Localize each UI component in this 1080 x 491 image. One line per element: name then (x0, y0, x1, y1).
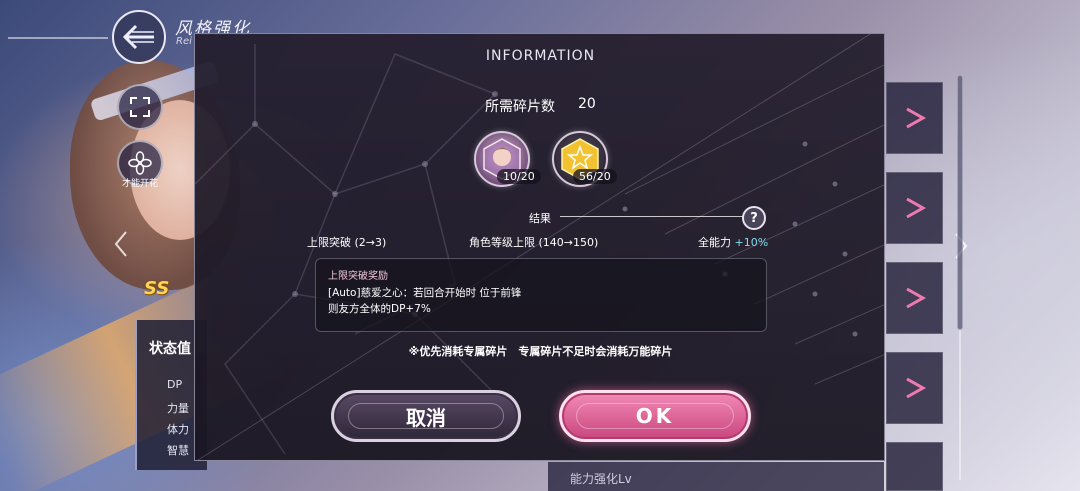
status-row-wisdom: 智慧 (167, 444, 189, 457)
stat-all-ability-value: +10% (734, 236, 769, 249)
information-dialog: INFORMATION 所需碎片数 20 10/20 56/20 结果 ? 上限… (194, 33, 885, 461)
ok-button-label: OK (635, 404, 675, 428)
result-divider (560, 216, 750, 217)
limit-break-bonus-box: 上限突破奖励 [Auto]慈爱之心：若回合开始时 位于前锋 则友方全体的DP+7… (315, 258, 767, 332)
universal-shard-count: 56/20 (573, 169, 617, 184)
stat-level-cap-label: 角色等级上限 (469, 236, 535, 249)
bonus-line: [Auto]慈爱之心：若回合开始时 位于前锋 (328, 287, 522, 299)
status-row-power: 力量 (167, 402, 189, 415)
stat-limit-break: 上限突破 (2→3) (307, 234, 386, 250)
help-button[interactable]: ? (742, 206, 766, 230)
side-arrow-button[interactable] (886, 262, 943, 334)
cancel-button[interactable]: 取消 (331, 390, 521, 442)
chevron-right-icon (905, 287, 926, 309)
stat-level-cap: 角色等级上限 (140→150) (469, 234, 598, 250)
chevron-right-icon (905, 377, 926, 399)
page-subtitle: Rei (176, 36, 192, 47)
bonus-line: 则友方全体的DP+7% (328, 303, 431, 315)
chevron-right-icon (905, 107, 926, 129)
consumption-note: ※优先消耗专属碎片 专属碎片不足时会消耗万能碎片 (408, 345, 673, 358)
talent-bloom-label: 才能开花 (121, 179, 158, 189)
stat-all-ability: 全能力 +10% (698, 234, 768, 250)
flower-icon (128, 151, 152, 175)
status-title: 状态值 (149, 341, 191, 357)
side-arrow-button[interactable] (886, 172, 943, 244)
header-divider (8, 37, 108, 39)
stat-all-ability-label: 全能力 (698, 236, 731, 249)
side-arrow-button[interactable] (886, 442, 943, 491)
rarity-badge: SS (144, 278, 170, 299)
back-arrow-icon (122, 24, 154, 50)
required-shards-label: 所需碎片数 (485, 99, 555, 115)
status-row-dp: DP (167, 378, 183, 391)
scrollbar[interactable] (957, 75, 963, 330)
stat-limit-break-value: (2→3) (354, 236, 387, 249)
character-shard-count: 10/20 (497, 169, 541, 184)
stat-limit-break-label: 上限突破 (307, 236, 351, 249)
bonus-title: 上限突破奖励 (328, 271, 388, 282)
required-shards-value: 20 (578, 96, 596, 112)
fullscreen-button[interactable] (117, 84, 163, 130)
side-arrow-button[interactable] (886, 82, 943, 154)
dialog-title: INFORMATION (485, 48, 596, 64)
fullscreen-icon (130, 97, 150, 117)
result-label: 结果 (529, 212, 551, 225)
bottom-strip-label: 能力强化Lv (570, 472, 632, 486)
chevron-right-icon (905, 197, 926, 219)
cancel-button-label: 取消 (406, 405, 446, 430)
stat-level-cap-value: (140→150) (538, 236, 599, 249)
status-row-stamina: 体力 (167, 423, 189, 436)
back-button[interactable] (112, 10, 166, 64)
scroll-guide-line (959, 330, 961, 480)
prev-character-icon[interactable] (114, 230, 128, 258)
ok-button[interactable]: OK (559, 390, 751, 442)
side-arrow-button[interactable] (886, 352, 943, 424)
